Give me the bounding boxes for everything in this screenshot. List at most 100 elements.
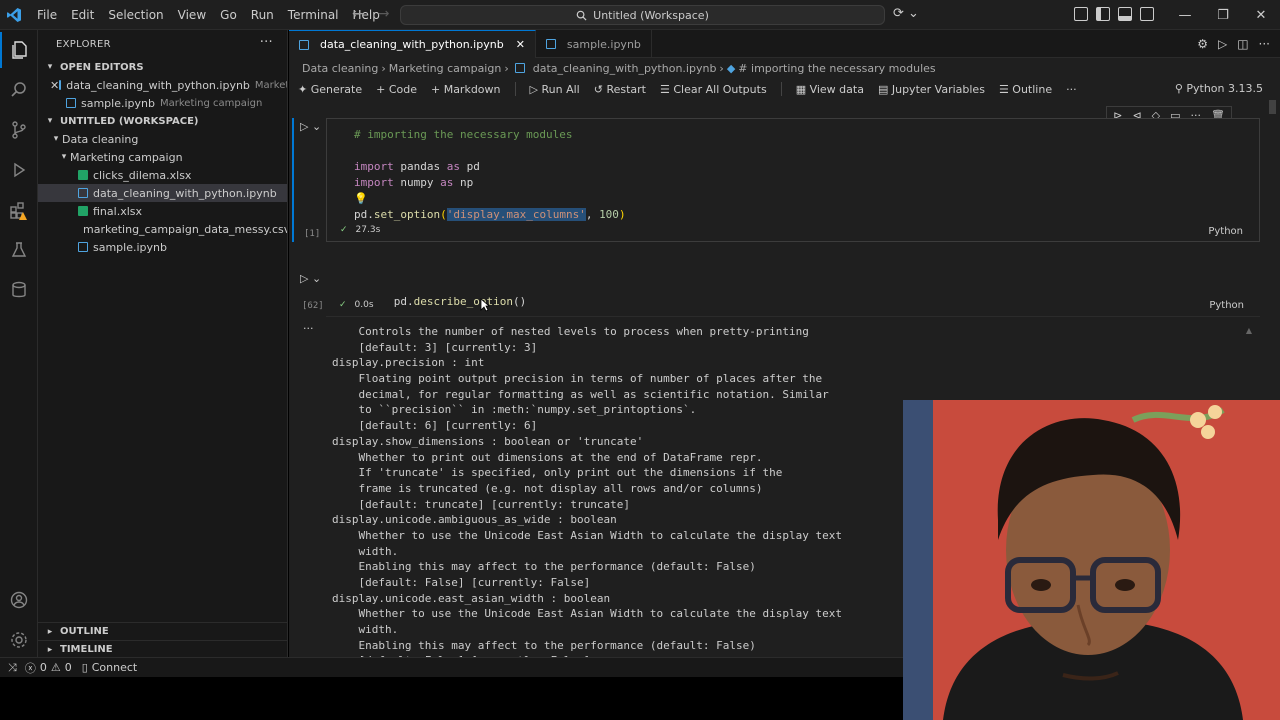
explorer-sidebar: EXPLORER ··· ▾ OPEN EDITORS ✕ data_clean… [38,30,288,657]
run-icon[interactable]: ▷ [1218,37,1227,51]
menu-selection[interactable]: Selection [101,0,170,30]
add-markdown-button[interactable]: + Markdown [431,83,501,96]
editor-actions: ⚙ ▷ ◫ ··· [1197,30,1280,57]
source-control-icon[interactable] [0,112,38,148]
run-all-button[interactable]: ▷ Run All [530,83,580,96]
file-item[interactable]: data_cleaning_with_python.ipynb [38,184,287,202]
run-cell-button[interactable]: ▷ ⌄ [300,120,321,133]
generate-label: Generate [310,82,363,96]
add-code-button[interactable]: + Code [376,83,417,96]
file-item[interactable]: marketing_campaign_data_messy.csv [38,220,287,238]
module: pandas [400,160,441,173]
accounts-icon[interactable] [0,582,38,618]
tab-sample-notebook[interactable]: sample.ipynb [536,30,652,58]
open-editor-item[interactable]: ✕ data_cleaning_with_python.ipynb Market… [38,76,287,94]
toggle-panel-icon[interactable] [1118,7,1132,21]
menu-terminal[interactable]: Terminal [281,0,346,30]
restart-button[interactable]: ↺ Restart [594,83,646,96]
file-item[interactable]: clicks_dilema.xlsx [38,166,287,184]
error-icon: ⓧ [24,661,36,675]
menu-view[interactable]: View [171,0,213,30]
output-more-icon[interactable]: ··· [303,322,314,335]
code-cell-2[interactable]: pd.describe_option() ✓ 0.0s Python [326,272,1260,318]
database-icon[interactable] [0,272,38,308]
minimize-icon[interactable]: — [1166,0,1204,30]
jupyter-variables-button[interactable]: ▤ Jupyter Variables [878,83,985,96]
split-editor-icon[interactable]: ◫ [1237,37,1248,51]
chevron-right-icon: › [381,61,386,75]
search-label: Untitled (Workspace) [593,8,709,22]
breadcrumb-item[interactable]: Data cleaning [302,62,378,75]
file-item[interactable]: sample.ipynb [38,238,287,256]
connect-button[interactable]: ▯ Connect [82,661,138,674]
cell-language[interactable]: Python [1209,300,1244,311]
timeline-header[interactable]: ▸ TIMELINE [38,640,287,658]
output-scroll-up-icon[interactable]: ▲ [1246,326,1252,335]
run-all-icon: ▷ [529,82,542,96]
open-editors-header[interactable]: ▾ OPEN EDITORS [38,58,287,76]
breadcrumb-item[interactable]: Marketing campaign [389,62,502,75]
settings-gear-icon[interactable] [0,622,38,658]
folder-data-cleaning[interactable]: ▾ Data cleaning [38,130,287,148]
forward-arrow-icon[interactable]: → [378,6,390,22]
open-editor-item[interactable]: sample.ipynb Marketing campaign [38,94,287,112]
run-debug-icon[interactable] [0,152,38,188]
webcam-person-image [903,400,1280,720]
toggle-secondary-sidebar-icon[interactable] [1140,7,1154,21]
chevron-down-icon: ▾ [47,62,53,72]
breadcrumb-item[interactable]: data_cleaning_with_python.ipynb [533,62,717,75]
code-cell-1[interactable]: ⊳ ⊲ ◇ ▭ ··· 🗑 # importing the necessary … [326,106,1260,242]
code-line: import pandas as pd [354,159,626,175]
workspace-header[interactable]: ▾ UNTITLED (WORKSPACE) [38,112,287,130]
clear-outputs-button[interactable]: ☰ Clear All Outputs [660,83,767,96]
testing-icon[interactable] [0,232,38,268]
vscode-logo-icon [0,0,28,30]
file-item[interactable]: final.xlsx [38,202,287,220]
outline-button[interactable]: ☰ Outline [999,83,1052,96]
view-data-button[interactable]: ▦ View data [796,83,864,96]
run-cell-button[interactable]: ▷ ⌄ [300,272,321,285]
title-bar: File Edit Selection View Go Run Terminal… [0,0,1280,30]
explorer-icon[interactable] [0,32,38,68]
kernel-label: Python 3.13.5 [1186,82,1263,95]
gear-icon[interactable]: ⚙ [1197,37,1208,51]
module: numpy [400,176,434,189]
back-arrow-icon[interactable]: ← [352,6,364,22]
chevron-right-icon: ▸ [47,644,53,655]
outline-label: Outline [1012,82,1053,96]
search-view-icon[interactable] [0,72,38,108]
lightbulb-icon[interactable]: 💡 [354,192,368,205]
breadcrumb-item[interactable]: # importing the necessary modules [738,62,935,75]
extensions-icon[interactable] [0,192,38,228]
command-center-search[interactable]: Untitled (Workspace) [400,5,885,25]
tab-label: sample.ipynb [566,37,641,51]
timeline-label: TIMELINE [60,644,113,655]
more-actions-icon[interactable]: ··· [1259,37,1270,51]
kernel-picker[interactable]: ⚲ Python 3.13.5 [1175,82,1263,95]
close-tab-icon[interactable]: ✕ [516,38,525,51]
editor-scrollbar[interactable] [1269,100,1276,114]
more-actions-icon[interactable]: ··· [1066,83,1077,96]
cell-language[interactable]: Python [1208,226,1243,237]
menu-file[interactable]: File [30,0,64,30]
menu-go[interactable]: Go [213,0,244,30]
tab-data-cleaning-notebook[interactable]: data_cleaning_with_python.ipynb ✕ [289,30,536,58]
close-window-icon[interactable]: ✕ [1242,0,1280,30]
problems-indicator[interactable]: ⓧ 0 ⚠ 0 [25,660,82,676]
remote-icon[interactable]: ⤨ [0,661,25,675]
close-editor-icon[interactable]: ✕ [50,79,59,92]
folder-marketing-campaign[interactable]: ▾ Marketing campaign [38,148,287,166]
webcam-overlay [903,400,1280,720]
generate-button[interactable]: ✦ Generate [298,83,362,96]
toggle-sidebar-icon[interactable] [1096,7,1110,21]
menu-edit[interactable]: Edit [64,0,101,30]
restore-icon[interactable]: ❐ [1204,0,1242,30]
code-line: pd.describe_option() [354,278,526,308]
cell-source[interactable]: # importing the necessary modules import… [326,118,1260,242]
customize-layout-icon[interactable] [1074,7,1088,21]
menu-run[interactable]: Run [244,0,281,30]
more-actions-icon[interactable]: ··· [260,35,273,50]
outline-header[interactable]: ▸ OUTLINE [38,622,287,640]
copilot-icon[interactable]: ⟳ ⌄ [893,6,919,21]
plus-icon: + [376,82,389,96]
